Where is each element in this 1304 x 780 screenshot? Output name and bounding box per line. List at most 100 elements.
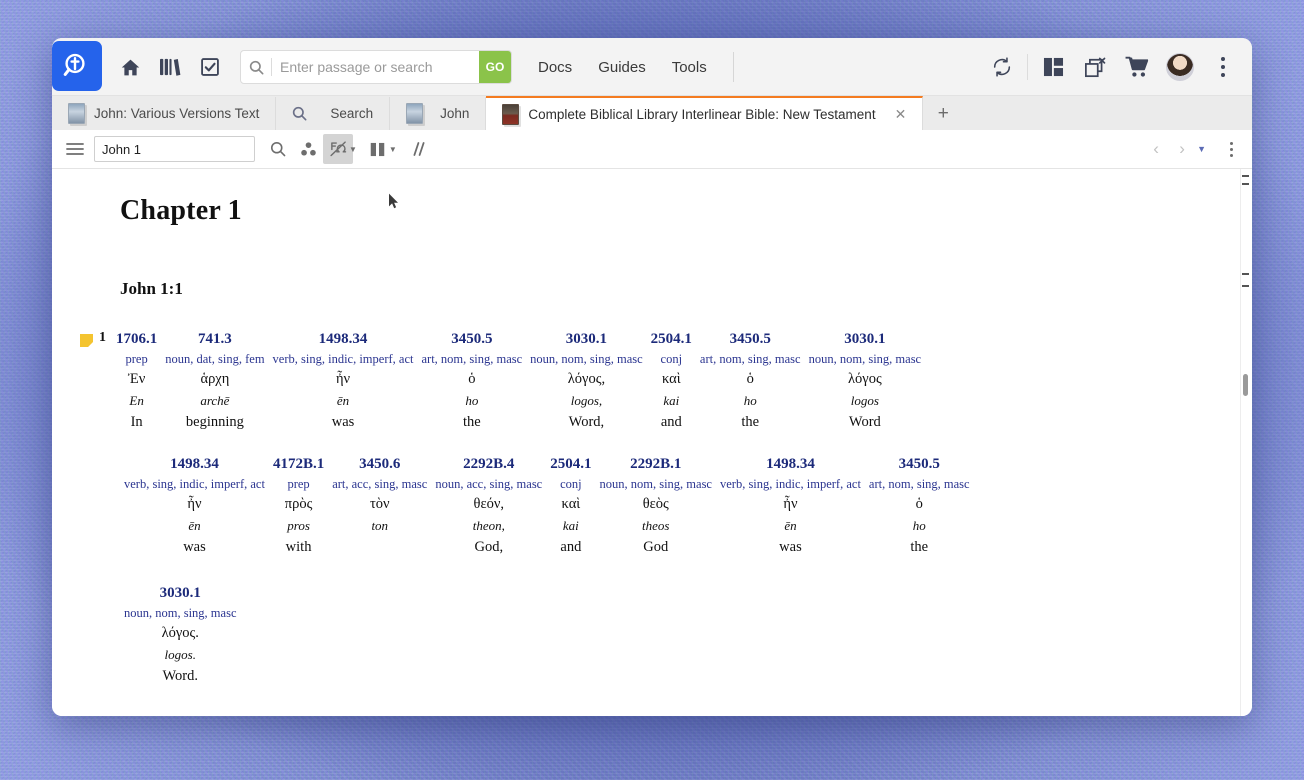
interlinear-word[interactable]: 2292B.4 noun, acc, sing, masc θεόν, theo… xyxy=(431,454,546,557)
strong-number[interactable]: 3450.6 xyxy=(359,454,400,474)
reading-plan-icon[interactable] xyxy=(190,48,230,86)
avatar[interactable] xyxy=(1166,53,1194,81)
parsing-label: noun, nom, sing, masc xyxy=(124,606,237,620)
interlinear-word[interactable]: 2292B.1 noun, nom, sing, masc θεὸς theos… xyxy=(595,454,716,557)
strong-number[interactable]: 3450.5 xyxy=(730,329,771,349)
search-icon[interactable] xyxy=(263,134,293,164)
interlinear-word[interactable]: 3450.5 art, nom, sing, masc ὁ ho the xyxy=(696,329,805,432)
toolbar-right-group xyxy=(981,48,1252,86)
english-gloss: Word xyxy=(848,414,881,430)
interlinear-word[interactable]: 1498.34 verb, sing, indic, imperf, act ἦ… xyxy=(716,454,865,557)
close-all-windows-icon[interactable] xyxy=(1074,48,1116,86)
greek-word[interactable]: θεὸς xyxy=(643,494,669,514)
interlinear-word[interactable]: 2504.1 conj καὶ kai and xyxy=(647,329,696,432)
library-icon[interactable] xyxy=(150,48,190,86)
interlinear-word[interactable]: 3450.6 art, acc, sing, masc τὸν ton xyxy=(328,454,431,537)
strong-number[interactable]: 1498.34 xyxy=(766,454,815,474)
overflow-menu-icon[interactable] xyxy=(1216,134,1246,164)
cart-icon[interactable] xyxy=(1116,48,1158,86)
tab-search[interactable]: Search xyxy=(276,97,391,130)
go-button[interactable]: GO xyxy=(479,51,511,83)
interlinear-word[interactable]: 741.3 noun, dat, sing, fem ἁρχη archē b… xyxy=(161,329,268,432)
search-input[interactable] xyxy=(272,59,479,75)
greek-word[interactable]: καὶ xyxy=(662,369,681,389)
english-gloss: the xyxy=(462,414,481,430)
strong-number[interactable]: 3030.1 xyxy=(566,329,607,349)
greek-word[interactable]: ὁ xyxy=(747,369,754,389)
nav-link-guides[interactable]: Guides xyxy=(598,59,646,76)
greek-word[interactable]: λόγος, xyxy=(568,369,605,389)
greek-word[interactable]: θεόν, xyxy=(474,494,504,514)
visual-filters-icon[interactable] xyxy=(293,134,323,164)
home-icon[interactable] xyxy=(110,48,150,86)
parallel-slash-icon[interactable] xyxy=(403,134,433,164)
application-toolbar: GO Docs Guides Tools xyxy=(52,38,1252,96)
interlinear-word[interactable]: 3030.1 noun, nom, sing, masc λόγος. logo… xyxy=(120,583,241,686)
parsing-label: art, nom, sing, masc xyxy=(421,352,523,366)
strong-number[interactable]: 741.3 xyxy=(198,329,232,349)
tab-john[interactable]: John xyxy=(390,97,487,130)
greek-word[interactable]: πρὸς xyxy=(285,494,313,514)
interlinear-word[interactable]: 1498.34 verb, sing, indic, imperf, act ἦ… xyxy=(120,454,269,557)
transliteration: ton xyxy=(371,518,389,533)
new-tab-button[interactable]: + xyxy=(923,97,963,130)
greek-word[interactable]: ἁρχη xyxy=(200,369,229,389)
greek-word[interactable]: ὁ xyxy=(916,494,923,514)
chevron-down-icon[interactable]: ▼ xyxy=(1197,144,1206,154)
reference-input[interactable]: John 1 xyxy=(94,136,255,162)
logibos-logo-icon[interactable] xyxy=(52,41,102,91)
greek-word[interactable]: Ἐν xyxy=(128,369,145,389)
previous-button[interactable]: ‹ xyxy=(1143,134,1169,164)
interlinear-word[interactable]: 1706.1 prep Ἐν En In xyxy=(112,329,161,432)
close-icon[interactable]: ✕ xyxy=(895,106,907,123)
strong-number[interactable]: 1498.34 xyxy=(319,329,368,349)
chevron-down-icon[interactable]: ▼ xyxy=(349,145,357,154)
strong-number[interactable]: 3030.1 xyxy=(844,329,885,349)
interlinear-word[interactable]: 4172B.1 prep πρὸς pros with xyxy=(269,454,328,557)
transliteration: ēn xyxy=(336,393,350,408)
strong-number[interactable]: 3030.1 xyxy=(160,583,201,603)
overflow-menu-icon[interactable] xyxy=(1202,48,1244,86)
interlinear-word[interactable]: 3450.5 art, nom, sing, masc ὁ ho the xyxy=(865,454,974,557)
parsing-label: noun, nom, sing, masc xyxy=(599,477,712,491)
greek-word[interactable]: λόγος. xyxy=(162,623,199,643)
sync-icon[interactable] xyxy=(981,48,1023,86)
strong-number[interactable]: 1706.1 xyxy=(116,329,157,349)
scrollbar-thumb[interactable] xyxy=(1243,374,1248,396)
greek-word[interactable]: τὸν xyxy=(370,494,390,514)
transliteration: ēn xyxy=(784,518,797,533)
strong-number[interactable]: 3450.5 xyxy=(899,454,940,474)
greek-word[interactable]: λόγος xyxy=(848,369,882,389)
tab-john-various-versions[interactable]: John: Various Versions Text xyxy=(52,97,277,130)
interlinear-word[interactable]: 1498.34 verb, sing, indic, imperf, act ἦ… xyxy=(269,329,418,432)
layout-panels-icon[interactable] xyxy=(1032,48,1074,86)
greek-word[interactable]: καὶ xyxy=(562,494,581,514)
yellow-note-icon[interactable] xyxy=(80,334,93,347)
strong-number[interactable]: 4172B.1 xyxy=(273,454,324,474)
next-button[interactable]: › xyxy=(1169,134,1195,164)
greek-word[interactable]: ἦν xyxy=(783,494,797,514)
greek-word[interactable]: ἦν xyxy=(336,369,350,389)
strong-number[interactable]: 3450.5 xyxy=(451,329,492,349)
english-gloss: was xyxy=(183,539,206,555)
interlinear-word[interactable]: 3030.1 noun, nom, sing, masc λόγος, logo… xyxy=(526,329,647,432)
strong-number[interactable]: 2504.1 xyxy=(550,454,591,474)
hamburger-menu-icon[interactable] xyxy=(60,134,90,164)
document-toolbar: John 1 ▼ ▼ ‹ › ▼ xyxy=(52,130,1252,169)
interlinear-word[interactable]: 3450.5 art, nom, sing, masc ὁ ho the xyxy=(417,329,526,432)
strong-number[interactable]: 1498.34 xyxy=(170,454,219,474)
greek-word[interactable]: ἦν xyxy=(187,494,201,514)
strong-number[interactable]: 2292B.1 xyxy=(630,454,681,474)
vertical-scrollbar[interactable] xyxy=(1240,169,1250,716)
global-search-box[interactable]: GO xyxy=(240,50,512,84)
greek-word[interactable]: ὁ xyxy=(468,369,475,389)
nav-link-tools[interactable]: Tools xyxy=(672,59,707,76)
chevron-down-icon[interactable]: ▼ xyxy=(389,145,397,154)
tab-interlinear-bible[interactable]: Complete Biblical Library Interlinear Bi… xyxy=(486,96,924,130)
interlinear-word[interactable]: 2504.1 conj καὶ kai and xyxy=(546,454,595,557)
nav-link-docs[interactable]: Docs xyxy=(538,59,572,76)
strong-number[interactable]: 2504.1 xyxy=(651,329,692,349)
strong-number[interactable]: 2292B.4 xyxy=(463,454,514,474)
english-gloss: beginning xyxy=(185,414,244,430)
interlinear-word[interactable]: 3030.1 noun, nom, sing, masc λόγος logos… xyxy=(805,329,926,432)
